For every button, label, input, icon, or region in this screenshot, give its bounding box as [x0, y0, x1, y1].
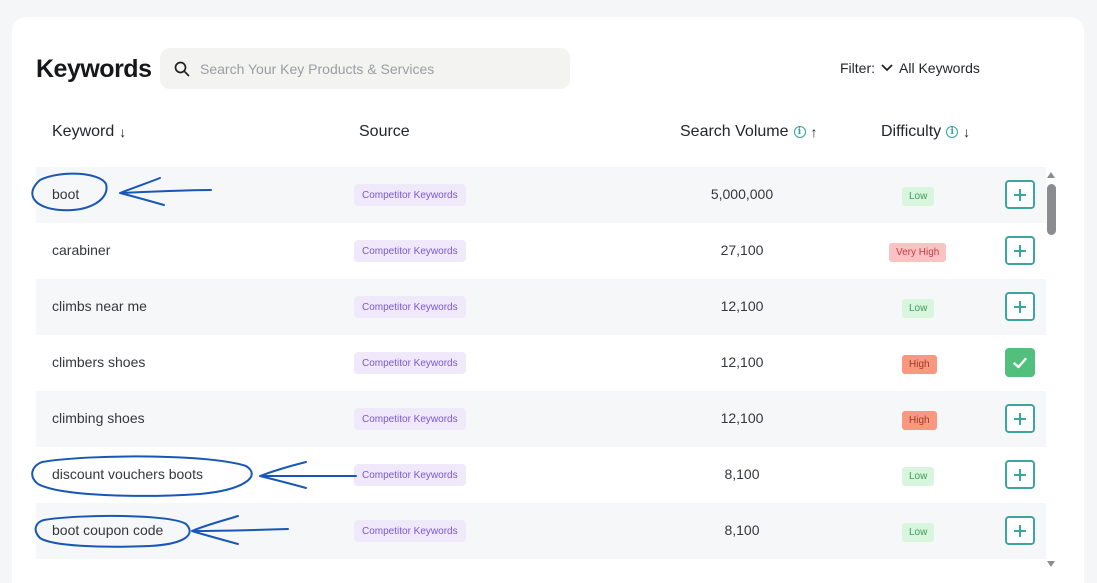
source-badge: Competitor Keywords	[354, 184, 466, 206]
search-volume-cell: 12,100	[720, 410, 764, 426]
search-box[interactable]	[160, 48, 570, 89]
add-keyword-button[interactable]	[1005, 292, 1035, 321]
difficulty-badge: Very High	[889, 243, 947, 262]
difficulty-badge: Low	[902, 187, 935, 206]
keyword-cell: boot coupon code	[52, 522, 164, 538]
search-icon	[174, 61, 190, 76]
column-header-search-volume[interactable]: Search Volume i ↑	[680, 123, 818, 141]
column-header-keyword[interactable]: Keyword ↓	[52, 123, 126, 141]
table-row[interactable]: carabiner Competitor Keywords 27,100 Ver…	[36, 223, 1046, 279]
source-badge: Competitor Keywords	[354, 464, 466, 486]
chevron-down-icon	[881, 64, 893, 72]
difficulty-badge: Low	[902, 299, 935, 318]
source-badge: Competitor Keywords	[354, 408, 466, 430]
table-row[interactable]: climbing shoes Competitor Keywords 12,10…	[36, 391, 1046, 447]
scroll-down-arrow[interactable]	[1047, 561, 1055, 567]
column-header-source: Source	[359, 123, 410, 141]
keyword-cell: climbers shoes	[52, 354, 146, 370]
table-row[interactable]: discount vouchers boots Competitor Keywo…	[36, 447, 1046, 503]
source-badge: Competitor Keywords	[354, 296, 466, 318]
column-header-label: Keyword	[52, 123, 115, 140]
column-header-difficulty[interactable]: Difficulty i ↓	[881, 123, 970, 141]
search-volume-cell: 5,000,000	[710, 186, 774, 202]
scroll-up-arrow[interactable]	[1047, 172, 1055, 178]
column-header-label: Source	[359, 123, 410, 140]
filter-dropdown[interactable]: Filter: All Keywords	[840, 60, 980, 76]
source-badge: Competitor Keywords	[354, 520, 466, 542]
add-keyword-button[interactable]	[1005, 236, 1035, 265]
sort-down-icon[interactable]: ↓	[119, 124, 126, 140]
source-badge: Competitor Keywords	[354, 240, 466, 262]
search-volume-cell: 8,100	[724, 522, 760, 538]
add-keyword-button[interactable]	[1005, 460, 1035, 489]
column-header-label: Difficulty	[881, 123, 942, 140]
keyword-cell: carabiner	[52, 242, 111, 258]
plus-icon	[1014, 188, 1026, 201]
add-keyword-button[interactable]	[1005, 180, 1035, 209]
plus-icon	[1014, 244, 1026, 257]
add-keyword-button[interactable]	[1005, 516, 1035, 545]
table-row[interactable]: climbers shoes Competitor Keywords 12,10…	[36, 335, 1046, 391]
difficulty-badge: High	[902, 411, 937, 430]
filter-label: Filter:	[840, 60, 875, 76]
source-badge: Competitor Keywords	[354, 352, 466, 374]
keyword-table: boot Competitor Keywords 5,000,000 Low c…	[36, 167, 1046, 559]
sort-up-icon[interactable]: ↑	[811, 124, 818, 140]
table-row[interactable]: boot coupon code Competitor Keywords 8,1…	[36, 503, 1046, 559]
keyword-cell: climbing shoes	[52, 410, 145, 426]
info-icon[interactable]: i	[946, 126, 959, 138]
add-keyword-button[interactable]	[1005, 404, 1035, 433]
search-volume-cell: 12,100	[720, 298, 764, 314]
scrollbar-thumb[interactable]	[1047, 184, 1056, 235]
check-icon	[1013, 357, 1027, 368]
search-volume-cell: 8,100	[724, 466, 760, 482]
search-volume-cell: 12,100	[720, 354, 764, 370]
table-row[interactable]: climbs near me Competitor Keywords 12,10…	[36, 279, 1046, 335]
info-icon[interactable]: i	[793, 126, 806, 138]
plus-icon	[1014, 300, 1026, 313]
search-volume-cell: 27,100	[720, 242, 764, 258]
keyword-cell: climbs near me	[52, 298, 147, 314]
filter-value: All Keywords	[899, 60, 980, 76]
keyword-cell: boot	[52, 186, 80, 202]
search-input[interactable]	[200, 60, 540, 77]
added-keyword-button[interactable]	[1005, 348, 1035, 377]
keyword-cell: discount vouchers boots	[52, 466, 203, 482]
sort-down-icon[interactable]: ↓	[963, 124, 970, 140]
difficulty-badge: Low	[902, 523, 935, 542]
table-row[interactable]: boot Competitor Keywords 5,000,000 Low	[36, 167, 1046, 223]
difficulty-badge: Low	[902, 467, 935, 486]
page-title: Keywords	[36, 55, 152, 83]
column-header-label: Search Volume	[680, 123, 789, 140]
difficulty-badge: High	[902, 355, 937, 374]
plus-icon	[1014, 524, 1026, 537]
plus-icon	[1014, 412, 1026, 425]
plus-icon	[1014, 468, 1026, 481]
